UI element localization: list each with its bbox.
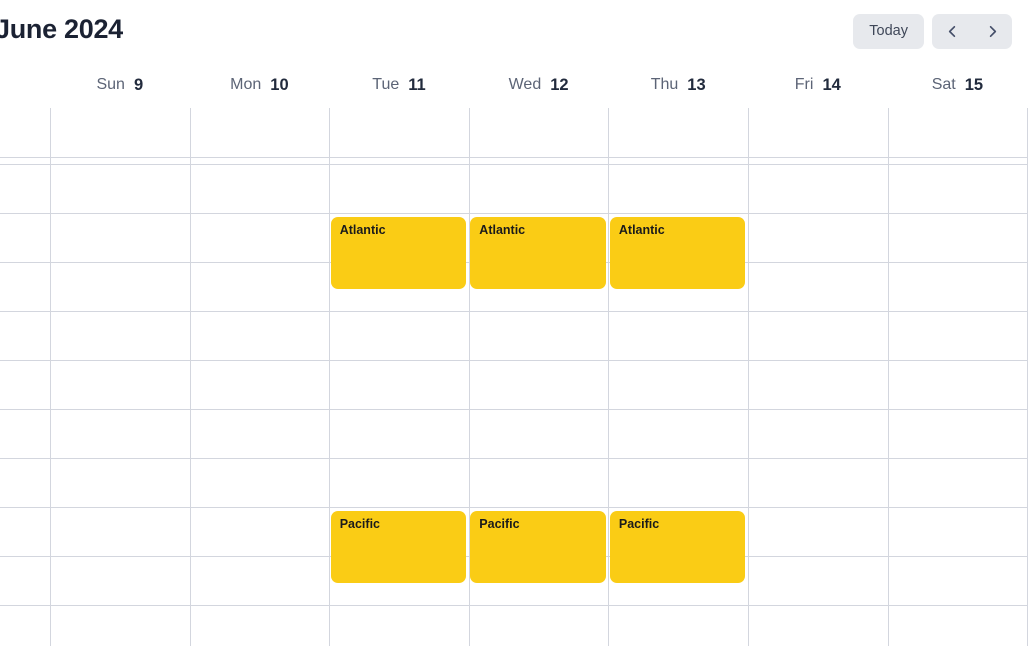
previous-period-button[interactable]	[932, 14, 972, 49]
today-button[interactable]: Today	[853, 14, 924, 49]
hour-gridline	[0, 409, 1028, 410]
calendar-grid: Atlantic Atlantic Atlantic Pacific Pacific Pa…	[0, 108, 1028, 646]
next-period-button[interactable]	[972, 14, 1012, 49]
day-of-week-label: Sat	[931, 76, 956, 93]
day-header-thu[interactable]: Thu 13	[608, 62, 748, 108]
hour-gridline	[0, 507, 1028, 508]
day-number-label: 9	[133, 75, 144, 94]
day-of-week-label: Tue	[372, 76, 400, 93]
calendar-event[interactable]: Pacific	[609, 511, 746, 583]
day-number-label: 14	[822, 75, 841, 94]
calendar-app: June 2024 Today Sun 9 Mon 10 Tue 11 Wed …	[0, 0, 1028, 646]
day-of-week-label: Fri	[794, 76, 814, 93]
chevron-right-icon	[985, 24, 1000, 39]
day-header-mon[interactable]: Mon 10	[190, 62, 330, 108]
hour-gridline	[0, 311, 1028, 312]
calendar-event[interactable]: Atlantic	[609, 217, 746, 289]
day-header-tue[interactable]: Tue 11	[329, 62, 469, 108]
date-navigation-group	[932, 14, 1012, 49]
day-number-label: 10	[270, 75, 289, 94]
event-title: Pacific	[618, 517, 660, 531]
event-title: Pacific	[339, 517, 380, 531]
hour-gridline	[0, 157, 1028, 158]
day-of-week-label: Thu	[650, 76, 679, 93]
day-number-label: 15	[964, 75, 984, 94]
day-of-week-label: Mon	[230, 76, 262, 93]
day-column-divider	[748, 108, 749, 646]
hour-gridline	[0, 458, 1028, 459]
day-header-fri[interactable]: Fri 14	[748, 62, 888, 108]
calendar-grid-scroll[interactable]: Atlantic Atlantic Atlantic Pacific Pacific Pa…	[0, 108, 1028, 646]
day-of-week-label: Sun	[96, 76, 125, 93]
day-header-sun[interactable]: Sun 9	[50, 62, 190, 108]
page-title: June 2024	[0, 14, 123, 44]
calendar-event[interactable]: Pacific	[470, 511, 606, 583]
day-column-divider	[190, 108, 191, 646]
day-number-label: 13	[687, 75, 706, 94]
event-title: Atlantic	[339, 223, 386, 237]
day-number-label: 12	[550, 75, 569, 94]
calendar-event[interactable]: Atlantic	[470, 217, 606, 289]
day-column-divider	[888, 108, 889, 646]
event-title: Atlantic	[618, 223, 665, 237]
day-header-wed[interactable]: Wed 12	[469, 62, 609, 108]
toolbar-actions: Today	[853, 14, 1012, 49]
hour-gridline	[0, 213, 1028, 214]
hour-gridline	[0, 164, 1028, 165]
day-of-week-label: Wed	[508, 76, 542, 93]
day-header-sat[interactable]: Sat 15	[888, 62, 1028, 108]
hour-gridline	[0, 360, 1028, 361]
hour-gridline	[0, 605, 1028, 606]
calendar-event[interactable]: Pacific	[330, 511, 467, 583]
day-column-divider	[608, 108, 609, 646]
chevron-left-icon	[945, 24, 960, 39]
calendar-event[interactable]: Atlantic	[330, 217, 467, 289]
day-header-row: Sun 9 Mon 10 Tue 11 Wed 12 Thu 13 Fri 14 Sat 15	[0, 62, 1028, 108]
day-column-divider	[50, 108, 51, 646]
day-number-label: 11	[408, 75, 426, 94]
event-title: Atlantic	[479, 223, 526, 237]
calendar-toolbar: June 2024 Today	[0, 0, 1028, 62]
event-title: Pacific	[479, 517, 520, 531]
day-column-divider	[329, 108, 330, 646]
